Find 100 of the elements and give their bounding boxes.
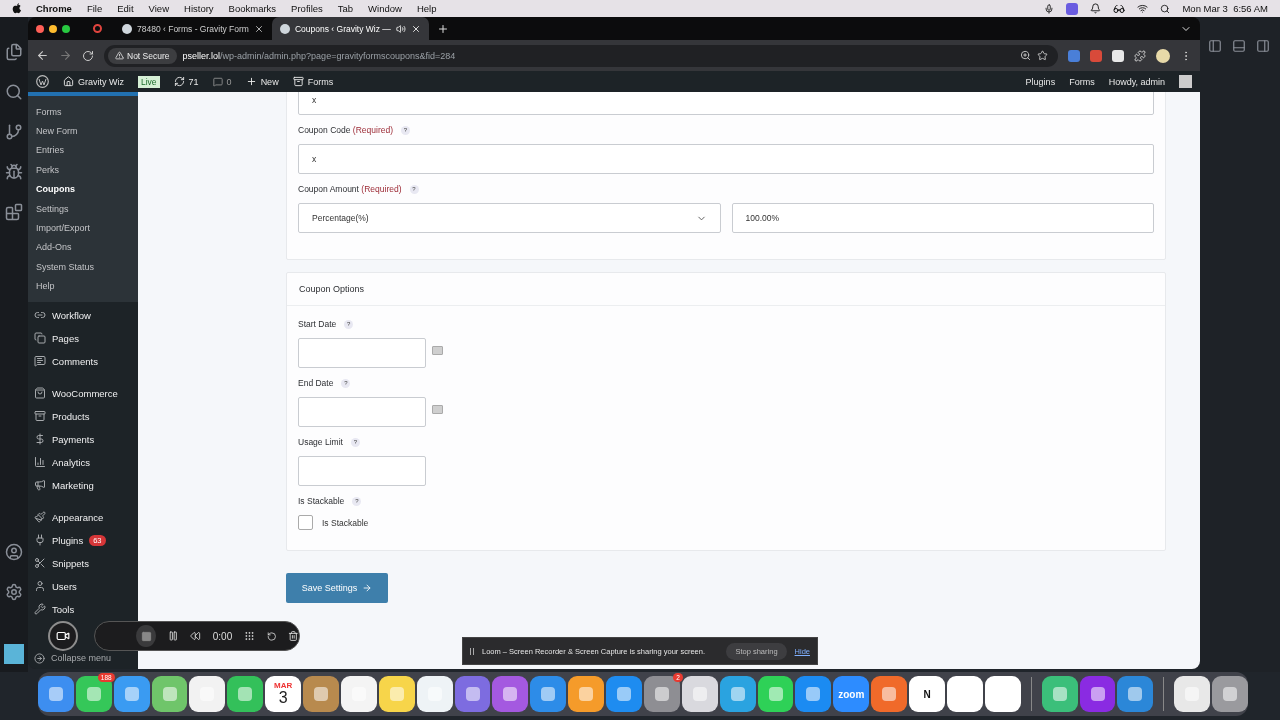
bug-icon[interactable] bbox=[5, 163, 23, 181]
apple-icon[interactable] bbox=[12, 3, 22, 14]
app-icon[interactable] bbox=[719, 676, 756, 712]
menu-item[interactable]: Pages bbox=[28, 326, 138, 350]
app-icon[interactable] bbox=[378, 676, 415, 712]
collapse-menu[interactable]: Collapse menu bbox=[28, 652, 138, 664]
submenu-item[interactable]: Import/Export bbox=[28, 218, 138, 238]
select-field[interactable]: Percentage(%) bbox=[298, 203, 721, 233]
screen-share-icon[interactable] bbox=[1066, 2, 1079, 15]
profile-icon[interactable] bbox=[1156, 48, 1170, 63]
app-icon[interactable] bbox=[681, 676, 718, 712]
new-link[interactable]: New bbox=[245, 76, 279, 87]
app-icon[interactable] bbox=[1079, 676, 1116, 712]
app-icon[interactable] bbox=[568, 676, 605, 712]
glasses-icon[interactable] bbox=[1113, 2, 1126, 15]
amount-field[interactable]: 100.00% bbox=[731, 203, 1154, 233]
submenu-item[interactable]: Entries bbox=[28, 140, 138, 161]
menu-item[interactable]: Users bbox=[28, 574, 138, 598]
menu-item[interactable]: Workflow bbox=[28, 303, 138, 327]
checkbox[interactable] bbox=[298, 515, 313, 530]
menu-item[interactable]: Tab bbox=[337, 3, 354, 14]
close-icon[interactable] bbox=[410, 23, 421, 34]
app-icon[interactable] bbox=[151, 676, 188, 712]
wifi-icon[interactable] bbox=[1137, 3, 1149, 14]
rewind-icon[interactable] bbox=[190, 630, 201, 642]
menu-item[interactable]: History bbox=[184, 3, 214, 14]
submenu-item[interactable]: Perks bbox=[28, 160, 138, 180]
browser-tab[interactable]: 78480 ‹ Forms - Gravity Form bbox=[114, 17, 272, 40]
grip-icon[interactable] bbox=[244, 630, 255, 642]
menu-item[interactable]: View bbox=[148, 3, 169, 14]
menu-item[interactable]: Profiles bbox=[291, 3, 323, 14]
reload-icon[interactable] bbox=[82, 49, 94, 62]
submenu-item[interactable]: Forms bbox=[28, 102, 138, 122]
app-icon[interactable] bbox=[946, 676, 983, 712]
panel-icon[interactable] bbox=[1232, 39, 1246, 53]
app-icon[interactable] bbox=[606, 676, 642, 712]
menu-item[interactable]: Help bbox=[416, 3, 437, 14]
security-chip[interactable]: Not Secure bbox=[108, 47, 177, 64]
menu-item[interactable]: File bbox=[86, 3, 103, 14]
app-icon[interactable] bbox=[1041, 676, 1078, 712]
app-icon[interactable] bbox=[984, 676, 1021, 712]
admin-bar-link[interactable]: Plugins bbox=[1025, 76, 1056, 87]
branch-icon[interactable] bbox=[5, 123, 23, 141]
forward-icon[interactable] bbox=[59, 49, 72, 62]
submenu-item[interactable]: Add-Ons bbox=[28, 237, 138, 258]
search-icon[interactable] bbox=[1160, 3, 1171, 14]
extensions-icon[interactable] bbox=[1134, 49, 1146, 62]
submenu-item[interactable]: New Form bbox=[28, 121, 138, 141]
menu-item[interactable]: Analytics bbox=[28, 450, 138, 474]
pause-icon[interactable] bbox=[167, 630, 179, 642]
app-icon[interactable] bbox=[1212, 676, 1249, 712]
back-icon[interactable] bbox=[36, 49, 49, 62]
menu-item[interactable]: Edit bbox=[117, 3, 134, 14]
minimize-icon[interactable] bbox=[49, 24, 57, 33]
close-icon[interactable] bbox=[253, 23, 264, 34]
record-icon[interactable] bbox=[93, 24, 102, 33]
menu-item[interactable]: Comments bbox=[28, 349, 138, 373]
app-icon[interactable] bbox=[113, 676, 150, 712]
bookmark-icon[interactable] bbox=[1037, 50, 1048, 61]
close-icon[interactable] bbox=[36, 24, 44, 33]
app-icon[interactable] bbox=[871, 676, 908, 712]
app-icon[interactable]: MAR 3 bbox=[265, 676, 302, 712]
forms-link[interactable]: Forms bbox=[292, 76, 334, 87]
date-field[interactable] bbox=[298, 338, 426, 368]
number-field[interactable] bbox=[298, 456, 426, 486]
submenu-item[interactable]: Settings bbox=[28, 198, 138, 219]
app-menu[interactable]: Chrome bbox=[36, 3, 72, 14]
app-icon[interactable] bbox=[1117, 676, 1154, 712]
menu-item[interactable]: WooCommerce bbox=[28, 381, 138, 405]
url-text[interactable]: pseller.lol/wp-admin/admin.php?page=gravityformscoupons&fid=284 bbox=[182, 50, 456, 61]
panel-icon[interactable] bbox=[1208, 39, 1222, 53]
maximize-icon[interactable] bbox=[62, 24, 70, 33]
speaker-icon[interactable] bbox=[395, 23, 406, 34]
panel-icon[interactable] bbox=[1256, 39, 1270, 53]
date-field[interactable] bbox=[298, 397, 426, 427]
updates-link[interactable]: 71 bbox=[173, 76, 199, 87]
bell-icon[interactable] bbox=[1090, 3, 1102, 14]
account-icon[interactable] bbox=[5, 543, 23, 561]
blocks-icon[interactable] bbox=[5, 203, 23, 221]
app-icon[interactable] bbox=[416, 676, 453, 712]
submenu-item[interactable]: System Status bbox=[28, 257, 138, 277]
account-link[interactable]: Howdy, admin bbox=[1108, 76, 1165, 87]
search-icon[interactable] bbox=[5, 83, 23, 101]
menu-item[interactable]: Tools bbox=[28, 597, 138, 621]
app-icon[interactable] bbox=[454, 676, 491, 712]
stop-button[interactable] bbox=[136, 625, 156, 647]
text-field[interactable]: x bbox=[298, 144, 1154, 174]
zoom-icon[interactable] bbox=[1020, 50, 1031, 61]
wordpress-icon[interactable] bbox=[36, 75, 49, 88]
menu-item[interactable]: Payments bbox=[28, 427, 138, 451]
restart-icon[interactable] bbox=[266, 630, 277, 642]
app-icon[interactable] bbox=[1174, 676, 1211, 712]
app-icon[interactable] bbox=[189, 676, 226, 712]
files-icon[interactable] bbox=[5, 43, 23, 61]
menu-item[interactable]: Window bbox=[368, 3, 402, 14]
microphone-icon[interactable] bbox=[1044, 3, 1055, 14]
menu-item[interactable]: Snippets bbox=[28, 551, 138, 575]
submenu-item[interactable]: Coupons bbox=[28, 179, 138, 199]
menu-item[interactable]: Bookmarks bbox=[228, 3, 277, 14]
extension-icon[interactable] bbox=[1112, 49, 1124, 62]
